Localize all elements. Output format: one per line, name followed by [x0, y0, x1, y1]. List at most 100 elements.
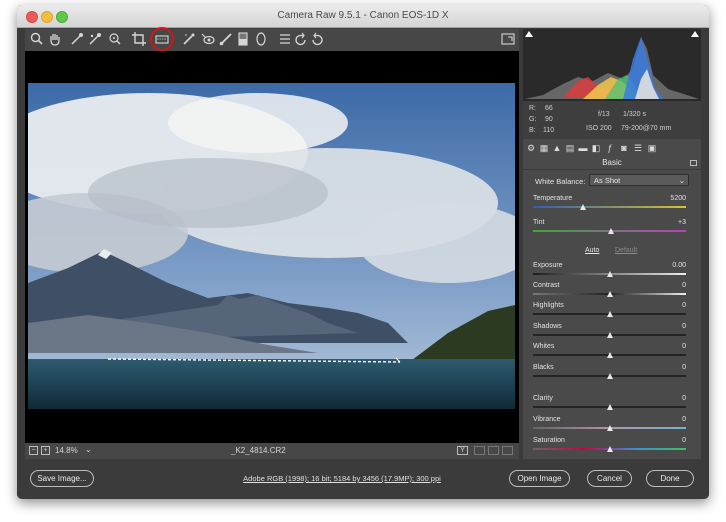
snapshots-tab-icon[interactable]: ▣	[647, 143, 657, 153]
slider-label: Shadows	[533, 323, 562, 330]
split-toning-tab-icon[interactable]: ▬	[578, 143, 588, 153]
zoom-tool-icon[interactable]	[29, 31, 45, 47]
slider-thumb[interactable]	[606, 425, 613, 431]
before-after-toggle-button[interactable]	[502, 446, 513, 455]
highlight-clipping-warning-icon[interactable]	[691, 31, 699, 37]
window-title: Camera Raw 9.5.1 - Canon EOS-1D X	[277, 10, 449, 21]
slider-thumb[interactable]	[580, 204, 587, 210]
graduated-filter-icon[interactable]	[235, 31, 251, 47]
photo-preview[interactable]	[28, 83, 515, 409]
slider-thumb[interactable]	[606, 352, 613, 358]
red-eye-removal-tool-icon[interactable]	[200, 31, 216, 47]
preview-status-bar: − + 14.8% ⌄ _K2_4814.CR2 Y	[25, 443, 519, 459]
vibrance-slider[interactable]: Vibrance 0	[533, 416, 686, 436]
hsl-tab-icon[interactable]: ▤	[565, 143, 575, 153]
before-after-y-button[interactable]: Y	[457, 446, 468, 455]
slider-label: Tint	[533, 219, 545, 226]
cancel-button[interactable]: Cancel	[587, 470, 632, 487]
detail-tab-icon[interactable]: ▲	[552, 143, 562, 153]
open-image-button[interactable]: Open Image	[509, 470, 570, 487]
zoom-out-button[interactable]: −	[29, 446, 38, 455]
slider-thumb[interactable]	[606, 271, 613, 277]
white-balance-select[interactable]: As Shot ⌄	[589, 174, 689, 186]
whites-slider[interactable]: Whites 0	[533, 343, 686, 363]
slider-thumb[interactable]	[606, 332, 613, 338]
auto-link[interactable]: Auto	[585, 247, 599, 254]
contrast-slider[interactable]: Contrast 0	[533, 282, 686, 302]
image-preview-area[interactable]	[25, 51, 519, 443]
zoom-in-button[interactable]: +	[41, 446, 50, 455]
aperture-value: f/13	[598, 111, 610, 118]
targeted-adjustment-tool-icon[interactable]	[107, 31, 123, 47]
save-image-button[interactable]: Save Image...	[30, 470, 94, 487]
slider-thumb[interactable]	[608, 228, 615, 234]
color-sampler-tool-icon[interactable]	[87, 31, 103, 47]
adjustment-brush-icon[interactable]	[218, 31, 234, 47]
effects-tab-icon[interactable]: ƒ	[605, 143, 615, 153]
slider-label: Blacks	[533, 364, 554, 371]
before-after-swap-button[interactable]	[474, 446, 485, 455]
workflow-options-link[interactable]: Adobe RGB (1998); 16 bit; 5184 by 3456 (…	[242, 474, 442, 483]
slider-value[interactable]: 0	[682, 282, 686, 289]
temperature-slider[interactable]: Temperature 5200	[533, 195, 686, 215]
histogram	[523, 29, 701, 101]
preferences-icon[interactable]	[277, 31, 293, 47]
highlights-slider[interactable]: Highlights 0	[533, 302, 686, 322]
rotate-ccw-icon[interactable]	[293, 31, 309, 47]
rotate-cw-icon[interactable]	[309, 31, 325, 47]
tone-curve-tab-icon[interactable]: ▦	[539, 143, 549, 153]
slider-label: Vibrance	[533, 416, 561, 423]
crop-tool-icon[interactable]	[131, 31, 147, 47]
slider-value[interactable]: 0	[682, 437, 686, 444]
saturation-slider[interactable]: Saturation 0	[533, 437, 686, 457]
clarity-slider[interactable]: Clarity 0	[533, 395, 686, 415]
default-link[interactable]: Default	[615, 247, 637, 254]
before-after-copy-button[interactable]	[488, 446, 499, 455]
slider-value[interactable]: 0	[682, 302, 686, 309]
slider-thumb[interactable]	[606, 446, 613, 452]
lens-corrections-tab-icon[interactable]: ◧	[591, 143, 601, 153]
slider-value[interactable]: +3	[678, 219, 686, 226]
green-label: G:	[529, 116, 537, 123]
slider-track[interactable]	[533, 206, 686, 208]
zoom-level[interactable]: 14.8%	[55, 446, 78, 455]
exposure-slider[interactable]: Exposure 0.00	[533, 262, 686, 282]
hand-tool-icon[interactable]	[47, 31, 63, 47]
panel-tabs: ⚙ ▦ ▲ ▤ ▬ ◧ ƒ ◙ ☰ ▣	[523, 141, 701, 157]
slider-value[interactable]: 5200	[670, 195, 686, 202]
camera-calibration-tab-icon[interactable]: ◙	[619, 143, 629, 153]
straighten-tool-highlight-ring	[150, 27, 174, 51]
slider-label: Clarity	[533, 395, 553, 402]
shadow-clipping-warning-icon[interactable]	[525, 31, 533, 37]
slider-thumb[interactable]	[606, 373, 613, 379]
zoom-dropdown-icon[interactable]: ⌄	[85, 445, 92, 454]
presets-tab-icon[interactable]: ☰	[633, 143, 643, 153]
camera-raw-window: Camera Raw 9.5.1 - Canon EOS-1D X − + 14…	[17, 5, 709, 499]
slider-thumb[interactable]	[606, 404, 613, 410]
tint-slider[interactable]: Tint +3	[533, 219, 686, 239]
radial-filter-icon[interactable]	[253, 31, 269, 47]
blue-value: 110	[543, 127, 555, 134]
slider-value[interactable]: 0.00	[672, 262, 686, 269]
adjustment-panel: R: 66 G: 90 B: 110 f/13 1/320 s ISO 200 …	[523, 29, 701, 459]
slider-value[interactable]: 0	[682, 364, 686, 371]
bottom-bar: Save Image... Adobe RGB (1998); 16 bit; …	[17, 463, 709, 499]
white-balance-tool-icon[interactable]	[69, 31, 85, 47]
tool-bar	[25, 27, 519, 51]
fullscreen-toggle-icon[interactable]	[500, 31, 516, 47]
slider-thumb[interactable]	[606, 311, 613, 317]
white-balance-label: White Balance:	[535, 177, 586, 186]
spot-removal-tool-icon[interactable]	[181, 31, 197, 47]
slider-label: Highlights	[533, 302, 564, 309]
basic-tab-icon[interactable]: ⚙	[526, 143, 536, 153]
blacks-slider[interactable]: Blacks 0	[533, 364, 686, 384]
blue-label: B:	[529, 127, 536, 134]
panel-menu-icon[interactable]	[690, 160, 697, 166]
slider-value[interactable]: 0	[682, 416, 686, 423]
slider-value[interactable]: 0	[682, 395, 686, 402]
slider-value[interactable]: 0	[682, 323, 686, 330]
done-button[interactable]: Done	[646, 470, 694, 487]
slider-thumb[interactable]	[606, 291, 613, 297]
slider-value[interactable]: 0	[682, 343, 686, 350]
shadows-slider[interactable]: Shadows 0	[533, 323, 686, 343]
